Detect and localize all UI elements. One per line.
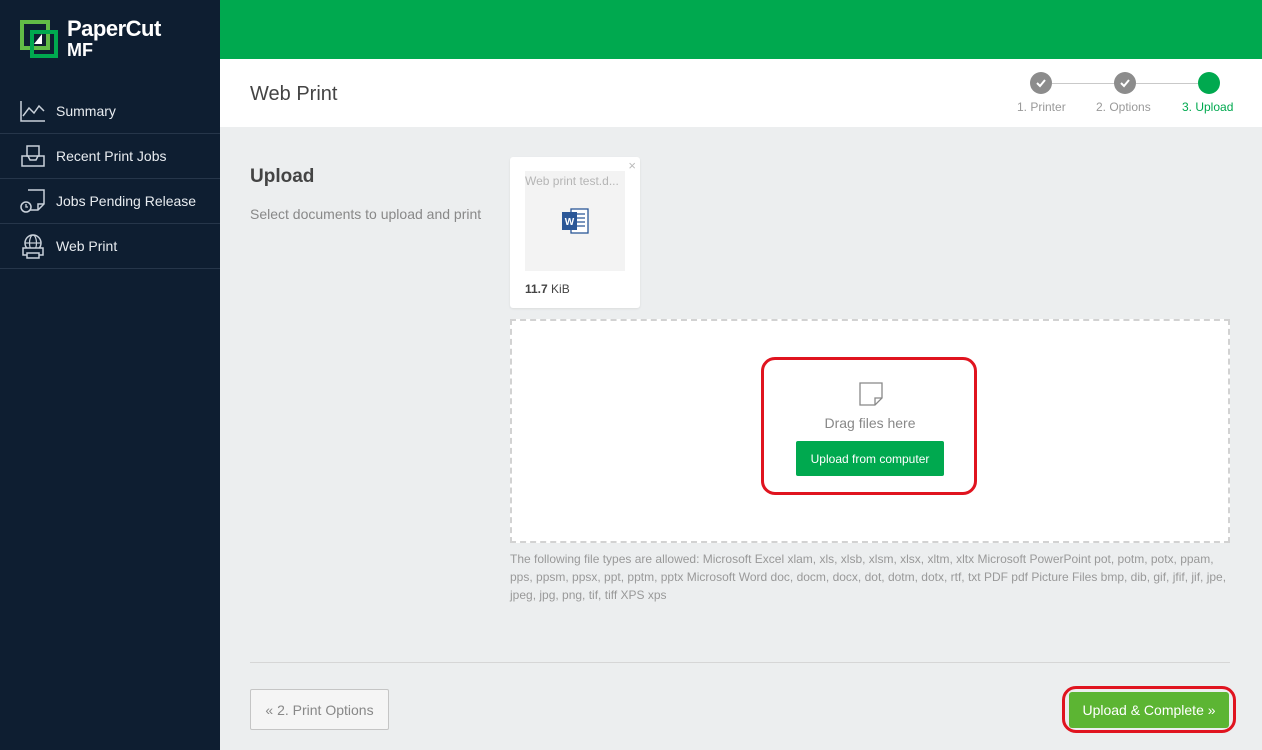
chart-line-icon — [20, 98, 46, 124]
upload-title: Upload — [250, 166, 315, 187]
file-thumbnail: Web print test.d... W — [525, 171, 625, 271]
sidebar-item-summary[interactable]: Summary — [0, 89, 220, 134]
upload-from-computer-button[interactable]: Upload from computer — [796, 441, 944, 476]
logo-text: PaperCut — [67, 16, 161, 41]
top-bar — [220, 0, 1262, 59]
step-printer-check-icon[interactable] — [1030, 72, 1052, 94]
step-connector — [1052, 83, 1115, 84]
file-size: 11.7 KiB — [525, 282, 570, 296]
papercut-logo[interactable]: PaperCut MF — [20, 18, 200, 62]
sidebar-item-label: Summary — [56, 103, 116, 119]
papercut-logo-icon — [20, 20, 58, 58]
sidebar-item-recent-print-jobs[interactable]: Recent Print Jobs — [0, 134, 220, 179]
step-label-printer[interactable]: 1. Printer — [1017, 100, 1066, 114]
step-upload-dot — [1198, 72, 1220, 94]
drag-files-text: Drag files here — [824, 415, 916, 431]
sidebar-nav: Summary Recent Print Jobs Jobs Pending R… — [0, 89, 220, 269]
sidebar-item-jobs-pending-release[interactable]: Jobs Pending Release — [0, 179, 220, 224]
sidebar-item-label: Web Print — [56, 238, 118, 254]
page-header: Web Print 1. Printer 2. Options 3. Uploa… — [220, 59, 1262, 127]
step-connector — [1136, 83, 1198, 84]
uploaded-file-card: × Web print test.d... W 11.7 KiB — [510, 157, 640, 308]
step-label-upload: 3. Upload — [1182, 100, 1234, 114]
logo-subtext: MF — [67, 40, 93, 60]
step-options-check-icon[interactable] — [1114, 72, 1136, 94]
word-document-icon: W — [562, 208, 589, 234]
back-print-options-button[interactable]: « 2. Print Options — [250, 689, 389, 730]
sidebar-item-web-print[interactable]: Web Print — [0, 224, 220, 269]
file-icon — [859, 382, 883, 406]
file-name: Web print test.d... — [525, 174, 619, 188]
upload-complete-button[interactable]: Upload & Complete » — [1069, 692, 1229, 728]
drop-zone[interactable]: Drag files here Upload from computer — [510, 319, 1230, 543]
upload-description: Select documents to upload and print — [250, 206, 482, 222]
page-title: Web Print — [250, 83, 338, 105]
pending-release-icon — [20, 188, 46, 214]
web-print-icon — [20, 233, 46, 259]
divider — [250, 662, 1230, 663]
sidebar-item-label: Jobs Pending Release — [56, 193, 197, 209]
sidebar-item-label: Recent Print Jobs — [56, 148, 167, 164]
remove-file-icon[interactable]: × — [628, 158, 636, 173]
svg-text:W: W — [565, 217, 575, 228]
sidebar: PaperCut MF Summary Recent Print Jobs Jo… — [0, 0, 220, 750]
step-label-options[interactable]: 2. Options — [1096, 100, 1151, 114]
wizard-steps: 1. Printer 2. Options 3. Upload — [990, 72, 1234, 120]
printer-tray-icon — [20, 143, 46, 169]
allowed-file-types: The following file types are allowed: Mi… — [510, 552, 1227, 602]
